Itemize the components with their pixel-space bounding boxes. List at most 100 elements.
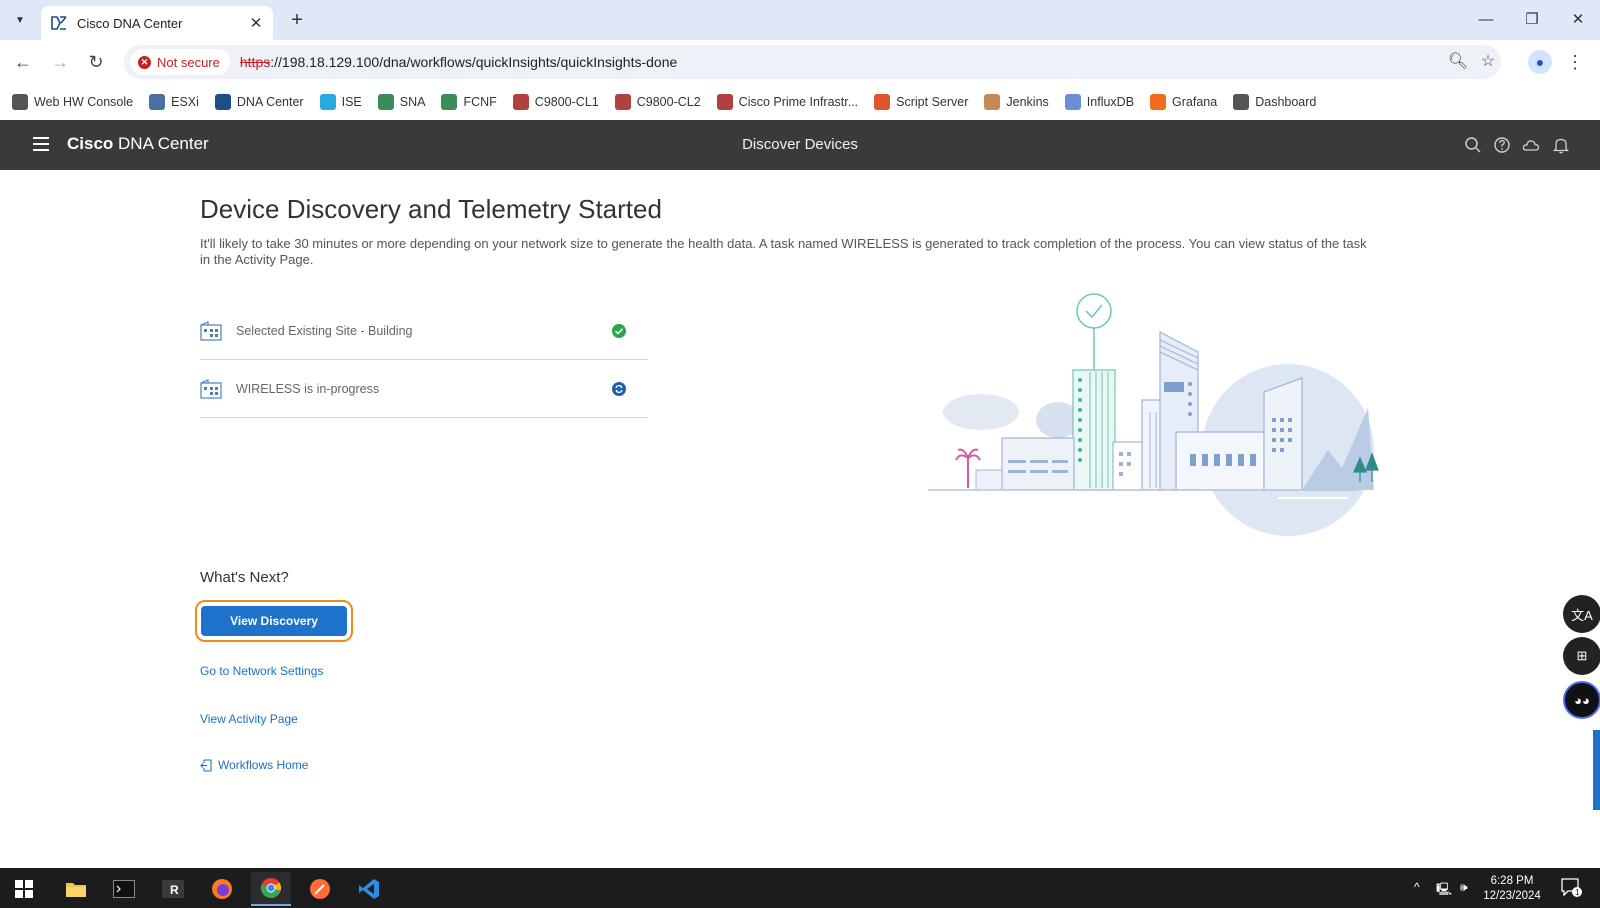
cisco-icon <box>614 94 631 110</box>
zoom-icon[interactable]: 🔍︎ <box>1445 49 1471 75</box>
bookmark-item[interactable]: C9800-CL2 <box>614 94 701 110</box>
new-tab-button[interactable]: + <box>284 8 310 32</box>
network-settings-link[interactable]: Go to Network Settings <box>200 664 323 678</box>
postman-icon[interactable] <box>300 872 340 906</box>
cloud-icon[interactable] <box>1521 135 1541 155</box>
success-check-icon <box>612 324 626 338</box>
bookmark-label: SNA <box>399 95 426 109</box>
help-icon[interactable] <box>1492 135 1512 155</box>
windows-start-icon[interactable] <box>4 872 44 906</box>
status-row-wireless: WIRELESS is in-progress <box>200 360 648 418</box>
bookmark-item[interactable]: FCNF <box>441 94 497 110</box>
grafana-icon <box>1150 94 1167 110</box>
status-label: Selected Existing Site - Building <box>236 324 413 338</box>
rstudio-icon[interactable]: R <box>153 872 193 906</box>
sna-icon <box>377 94 394 110</box>
bookmark-label: Grafana <box>1172 95 1218 109</box>
tab-search-button[interactable]: ▼ <box>8 8 32 32</box>
cisco-icon <box>512 94 529 110</box>
workflows-home-link[interactable]: Workflows Home <box>200 758 308 772</box>
translate-icon[interactable]: 文A <box>1563 595 1600 633</box>
url-scheme: https <box>239 54 271 70</box>
influx-icon <box>1064 94 1081 110</box>
bookmark-label: Dashboard <box>1255 95 1317 109</box>
bookmark-item[interactable]: DNA Center <box>214 94 304 110</box>
back-icon[interactable]: ← <box>10 50 36 74</box>
address-bar[interactable]: ✕ Not secure https://198.18.129.100/dna/… <box>124 45 1501 79</box>
bookmark-item[interactable]: C9800-CL1 <box>512 94 599 110</box>
dnac-icon <box>214 94 231 110</box>
clock-date: 12/23/2024 <box>1483 890 1541 902</box>
url-path: ://198.18.129.100/dna/workflows/quickIns… <box>270 54 678 70</box>
activity-page-link[interactable]: View Activity Page <box>200 712 298 726</box>
windows-taskbar: R ^ 🖳︎ 🕪︎ 6:28 PM 12/23/2024 1 <box>0 868 1600 908</box>
network-icon[interactable]: 🖳︎ <box>1436 880 1452 901</box>
bookmark-item[interactable]: Jenkins <box>984 94 1049 110</box>
page-header-title: Discover Devices <box>742 136 858 153</box>
bookmark-label: Jenkins <box>1006 95 1049 109</box>
vscode-icon[interactable] <box>349 872 389 906</box>
bookmark-label: FCNF <box>463 95 497 109</box>
system-clock[interactable]: 6:28 PM 12/23/2024 <box>1476 874 1548 904</box>
restore-icon[interactable]: ❐ <box>1517 8 1547 32</box>
svg-text:R: R <box>170 883 179 897</box>
security-indicator[interactable]: ✕ Not secure <box>130 49 230 75</box>
notification-count: 1 <box>1575 888 1580 897</box>
hamburger-menu-icon[interactable] <box>33 137 49 151</box>
bookmark-item[interactable]: Dashboard <box>1233 94 1316 110</box>
bookmark-item[interactable]: ISE <box>319 94 362 110</box>
reload-icon[interactable]: ↻ <box>83 50 109 74</box>
assistant-bot-icon[interactable]: ◕◕ <box>1563 681 1600 719</box>
chrome-icon[interactable] <box>251 872 291 906</box>
app-brand[interactable]: Cisco DNA Center <box>67 134 209 154</box>
bookmark-label: DNA Center <box>236 95 304 109</box>
side-panel-edge <box>1593 730 1600 810</box>
search-icon[interactable] <box>1463 135 1483 155</box>
volume-icon[interactable]: 🕪︎ <box>1460 880 1468 895</box>
close-window-icon[interactable]: ✕ <box>1563 8 1593 32</box>
bookmark-item[interactable]: InfluxDB <box>1064 94 1134 110</box>
forward-icon[interactable]: → <box>47 50 73 74</box>
close-tab-icon[interactable]: ✕ <box>245 12 267 34</box>
building-icon <box>200 321 222 341</box>
exit-icon <box>200 758 212 772</box>
file-explorer-icon[interactable] <box>56 872 96 906</box>
esxi-icon <box>149 94 166 110</box>
bookmark-item[interactable]: Cisco Prime Infrastr... <box>716 94 859 110</box>
bookmark-item[interactable]: Grafana <box>1150 94 1217 110</box>
notification-bell-icon[interactable] <box>1551 135 1571 155</box>
bookmark-item[interactable]: SNA <box>377 94 426 110</box>
bookmark-star-icon[interactable]: ☆ <box>1475 49 1501 75</box>
dnac-favicon-icon <box>51 16 67 30</box>
bookmark-item[interactable]: ESXi <box>149 94 199 110</box>
terminal-icon[interactable] <box>104 872 144 906</box>
browser-menu-icon[interactable]: ⋮ <box>1566 50 1584 74</box>
ise-icon <box>319 94 336 110</box>
browser-tab[interactable]: Cisco DNA Center ✕ <box>41 6 273 40</box>
brand-rest: DNA Center <box>113 134 209 153</box>
bookmarks-bar: Web HW Console ESXi DNA Center ISE SNA FCNF C9… <box>0 84 1600 120</box>
view-discovery-button[interactable]: View Discovery <box>201 606 347 636</box>
notification-center-icon[interactable]: 1 <box>1560 876 1582 901</box>
app-header: Cisco DNA Center Discover Devices <box>0 120 1600 170</box>
clock-time: 6:28 PM <box>1490 875 1534 887</box>
browser-toolbar: ← → ↻ ✕ Not secure https://198.18.129.10… <box>0 40 1600 84</box>
url-text[interactable]: https://198.18.129.100/dna/workflows/qui… <box>240 54 677 70</box>
bookmark-label: Web HW Console <box>34 95 134 109</box>
brand-bold: Cisco <box>67 134 114 153</box>
city-illustration <box>928 293 1379 536</box>
minimize-icon[interactable]: — <box>1471 8 1501 32</box>
sync-progress-icon <box>612 382 626 396</box>
bookmark-item[interactable]: Web HW Console <box>12 94 133 110</box>
profile-avatar-icon[interactable]: ● <box>1528 50 1552 74</box>
firefox-icon[interactable] <box>202 872 242 906</box>
bookmark-label: Cisco Prime Infrastr... <box>738 95 859 109</box>
bookmark-item[interactable]: Script Server <box>874 94 968 110</box>
tray-overflow-icon[interactable]: ^ <box>1414 880 1420 894</box>
apps-grid-icon[interactable]: ⊞ <box>1563 637 1600 675</box>
status-row-site: Selected Existing Site - Building <box>200 302 648 360</box>
globe-icon <box>12 94 28 110</box>
building-icon <box>200 379 222 399</box>
security-label: Not secure <box>157 54 220 70</box>
bookmark-label: ESXi <box>171 95 199 109</box>
